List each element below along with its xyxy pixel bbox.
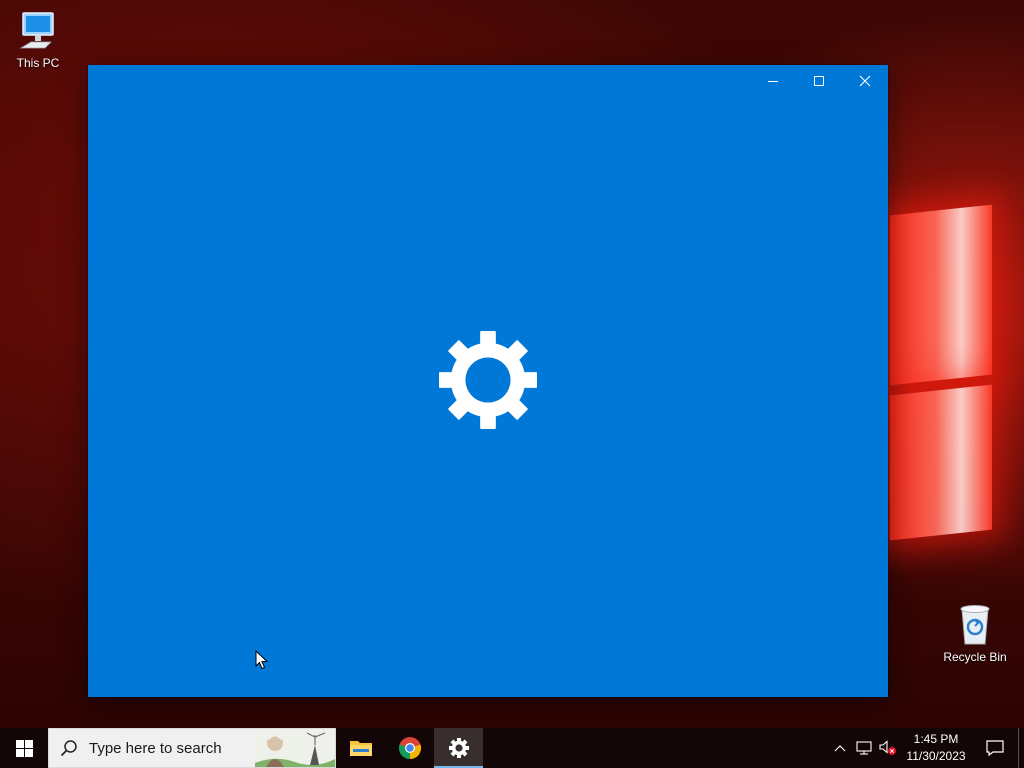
volume-muted-icon: [879, 740, 896, 755]
maximize-icon: [814, 76, 824, 86]
recycle-bin-icon: [960, 605, 990, 645]
notification-icon: [986, 740, 1004, 756]
close-button[interactable]: [842, 65, 888, 97]
taskbar-search-box[interactable]: Type here to search: [48, 728, 336, 768]
search-placeholder: Type here to search: [89, 739, 222, 757]
desktop-icon-label: Recycle Bin: [943, 650, 1007, 664]
clock-time: 1:45 PM: [913, 732, 959, 746]
window-caption-buttons: [750, 65, 888, 97]
network-button[interactable]: [852, 728, 876, 768]
chrome-icon: [398, 737, 421, 760]
windows-logo-icon: [15, 739, 33, 757]
search-highlight-illustration: [255, 729, 335, 767]
taskbar-app-settings[interactable]: [434, 728, 483, 768]
mouse-cursor: [255, 650, 269, 670]
show-desktop-button[interactable]: [1018, 728, 1024, 768]
taskbar-app-chrome[interactable]: [385, 728, 434, 768]
show-hidden-icons-button[interactable]: [828, 728, 852, 768]
taskbar: Type here to search 1:45 PM 11/30/2023: [0, 728, 1024, 768]
minimize-button[interactable]: [750, 65, 796, 97]
folder-icon: [349, 741, 372, 756]
desktop-icon-recycle-bin[interactable]: Recycle Bin: [937, 602, 1013, 664]
desktop-icon-label: This PC: [16, 56, 60, 70]
chevron-up-icon: [834, 745, 846, 752]
settings-window[interactable]: [88, 65, 888, 697]
start-button[interactable]: [0, 728, 48, 768]
gear-icon: [448, 738, 469, 758]
maximize-button[interactable]: [796, 65, 842, 97]
desktop-icon-this-pc[interactable]: This PC: [0, 10, 76, 70]
volume-button[interactable]: [876, 728, 900, 768]
wallpaper-windows-logo: [890, 190, 1010, 550]
clock-date: 11/30/2023: [906, 749, 966, 763]
computer-icon: [19, 12, 54, 49]
system-tray: 1:45 PM 11/30/2023: [828, 728, 1024, 768]
clock[interactable]: 1:45 PM 11/30/2023: [900, 728, 972, 768]
search-icon: [60, 740, 77, 757]
close-icon: [859, 75, 871, 87]
network-icon: [856, 741, 872, 755]
gear-icon: [439, 331, 537, 429]
action-center-button[interactable]: [972, 728, 1018, 768]
taskbar-app-file-explorer[interactable]: [336, 728, 385, 768]
minimize-icon: [768, 81, 778, 82]
